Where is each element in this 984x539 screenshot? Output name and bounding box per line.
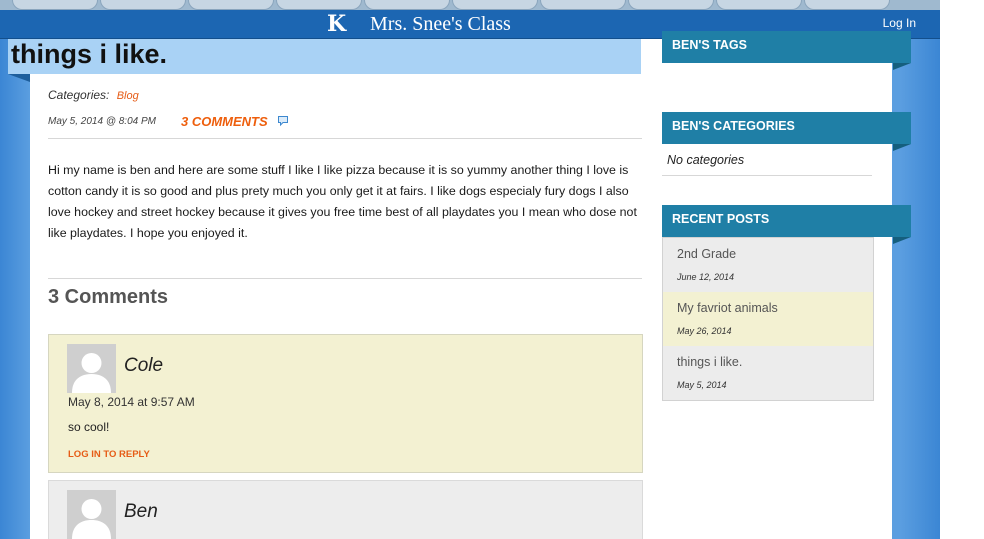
recent-post-date: June 12, 2014 — [677, 272, 735, 282]
recent-post-item[interactable]: 2nd Grade June 12, 2014 — [663, 238, 873, 292]
recent-posts-heading-text: RECENT POSTS — [672, 212, 770, 226]
post-meta-divider — [48, 138, 642, 139]
login-to-reply-link[interactable]: LOG IN TO REPLY — [68, 449, 150, 460]
browser-tab[interactable] — [100, 0, 186, 10]
recent-post-item[interactable]: My favriot animals May 26, 2014 — [663, 292, 873, 346]
comment-author[interactable]: Cole — [124, 355, 163, 377]
tags-widget-heading: BEN'S TAGS — [662, 31, 911, 70]
no-categories-text: No categories — [667, 153, 745, 167]
page: K Mrs. Snee's Class Log In things i like… — [0, 0, 984, 539]
ribbon-fold — [893, 144, 911, 151]
login-link[interactable]: Log In — [883, 16, 916, 30]
comment-text: so cool! — [68, 420, 110, 434]
comment-author[interactable]: Ben — [124, 501, 158, 523]
site-title[interactable]: Mrs. Snee's Class — [370, 12, 511, 36]
categories-heading-text: BEN'S CATEGORIES — [672, 119, 795, 133]
recent-post-title[interactable]: things i like. — [677, 355, 742, 369]
categories-label: Categories: — [48, 88, 110, 102]
comments-divider — [48, 278, 642, 279]
recent-posts-widget-heading: RECENT POSTS — [662, 205, 911, 244]
recent-post-title[interactable]: 2nd Grade — [677, 247, 736, 261]
categories-widget-heading: BEN'S CATEGORIES — [662, 112, 911, 151]
recent-posts-list: 2nd Grade June 12, 2014 My favriot anima… — [662, 237, 874, 401]
post-categories: Categories: Blog — [48, 88, 139, 102]
recent-post-title[interactable]: My favriot animals — [677, 301, 778, 315]
recent-post-date: May 5, 2014 — [677, 380, 727, 390]
browser-tab[interactable] — [804, 0, 890, 10]
post-title: things i like. — [11, 39, 168, 69]
category-link-blog[interactable]: Blog — [117, 90, 139, 102]
browser-tab[interactable] — [716, 0, 802, 10]
browser-tab[interactable] — [540, 0, 626, 10]
browser-tab[interactable] — [276, 0, 362, 10]
comments-count-link[interactable]: 3 COMMENTS — [181, 114, 268, 129]
browser-tab[interactable] — [364, 0, 450, 10]
browser-tab[interactable] — [188, 0, 274, 10]
browser-tab[interactable] — [628, 0, 714, 10]
comment-item: Ben — [48, 480, 643, 539]
ribbon-fold — [893, 63, 911, 70]
ribbon-fold — [893, 237, 911, 244]
default-avatar-icon — [67, 490, 116, 539]
default-avatar-icon — [67, 344, 116, 393]
browser-tab-strip — [0, 0, 940, 10]
browser-tab[interactable] — [12, 0, 98, 10]
comment-item: Cole May 8, 2014 at 9:57 AM so cool! LOG… — [48, 334, 643, 473]
speech-bubble-icon[interactable] — [277, 115, 289, 127]
post-body: Hi my name is ben and here are some stuf… — [48, 163, 637, 240]
comments-heading: 3 Comments — [48, 286, 169, 308]
site-logo[interactable]: K — [327, 11, 346, 37]
browser-tab[interactable] — [452, 0, 538, 10]
comment-date[interactable]: May 8, 2014 at 9:57 AM — [68, 395, 195, 409]
recent-post-item[interactable]: things i like. May 5, 2014 — [663, 346, 873, 400]
banner-fold — [8, 74, 30, 82]
post-date: May 5, 2014 @ 8:04 PM — [48, 116, 156, 127]
recent-post-date: May 26, 2014 — [677, 326, 732, 336]
tags-heading-text: BEN'S TAGS — [672, 38, 747, 52]
sidebar-divider — [662, 175, 872, 176]
